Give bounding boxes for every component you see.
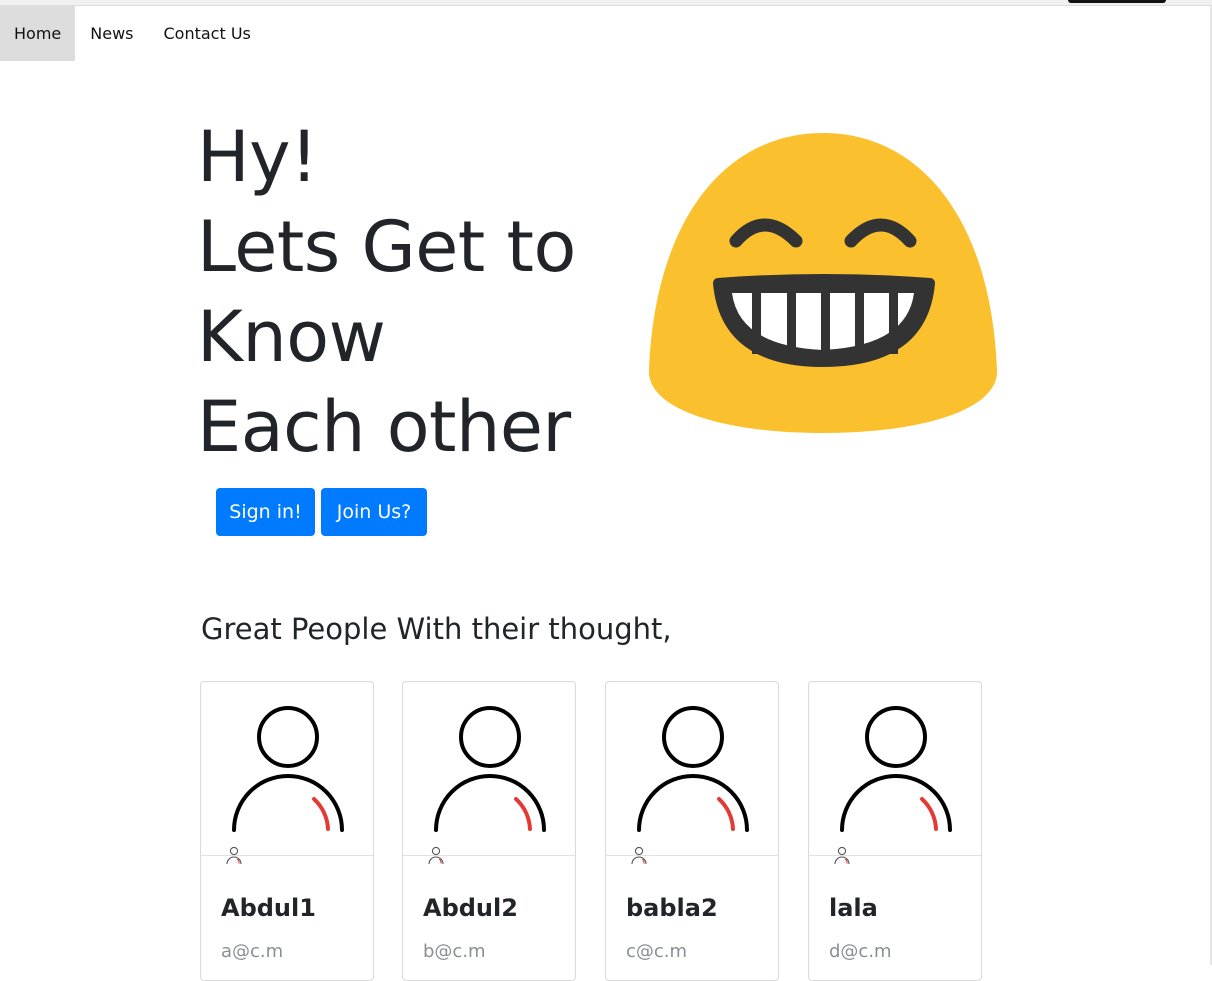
person-name: babla2 (626, 894, 718, 922)
person-card[interactable]: babla2 c@c.m (605, 681, 779, 981)
hero-title: Hy! Lets Get to Know Each other (197, 112, 576, 472)
user-icon (226, 846, 242, 865)
join-us-button[interactable]: Join Us? (321, 488, 427, 536)
grinning-face-smiling-eyes-icon (648, 133, 998, 433)
user-avatar-icon (637, 706, 749, 832)
user-icon (631, 846, 647, 865)
user-icon (428, 846, 444, 865)
user-avatar-icon (232, 706, 344, 832)
person-name: Abdul2 (423, 894, 518, 922)
top-navbar: Home News Contact Us (0, 6, 266, 61)
person-name: Abdul1 (221, 894, 316, 922)
hero-line: Hy! (197, 116, 318, 198)
window-indicator (1068, 0, 1166, 3)
person-email: c@c.m (626, 941, 688, 962)
nav-item-news[interactable]: News (75, 6, 148, 61)
person-card[interactable]: Abdul1 a@c.m (200, 681, 374, 981)
people-section-heading: Great People With their thought, (201, 612, 672, 646)
user-avatar-icon (840, 706, 952, 832)
person-email: a@c.m (221, 941, 284, 962)
person-card[interactable]: Abdul2 b@c.m (402, 681, 576, 981)
person-email: d@c.m (829, 941, 892, 962)
sign-in-button[interactable]: Sign in! (216, 488, 315, 536)
hero-line: Lets Get to (197, 206, 576, 288)
person-name: lala (829, 894, 878, 922)
person-email: b@c.m (423, 941, 486, 962)
nav-item-home[interactable]: Home (0, 6, 76, 61)
person-card[interactable]: lala d@c.m (808, 681, 982, 981)
hero-line: Each other (197, 386, 571, 468)
user-icon (834, 846, 850, 865)
hero-line: Know (197, 296, 386, 378)
user-avatar-icon (434, 706, 546, 832)
nav-item-contact-us[interactable]: Contact Us (148, 6, 265, 61)
